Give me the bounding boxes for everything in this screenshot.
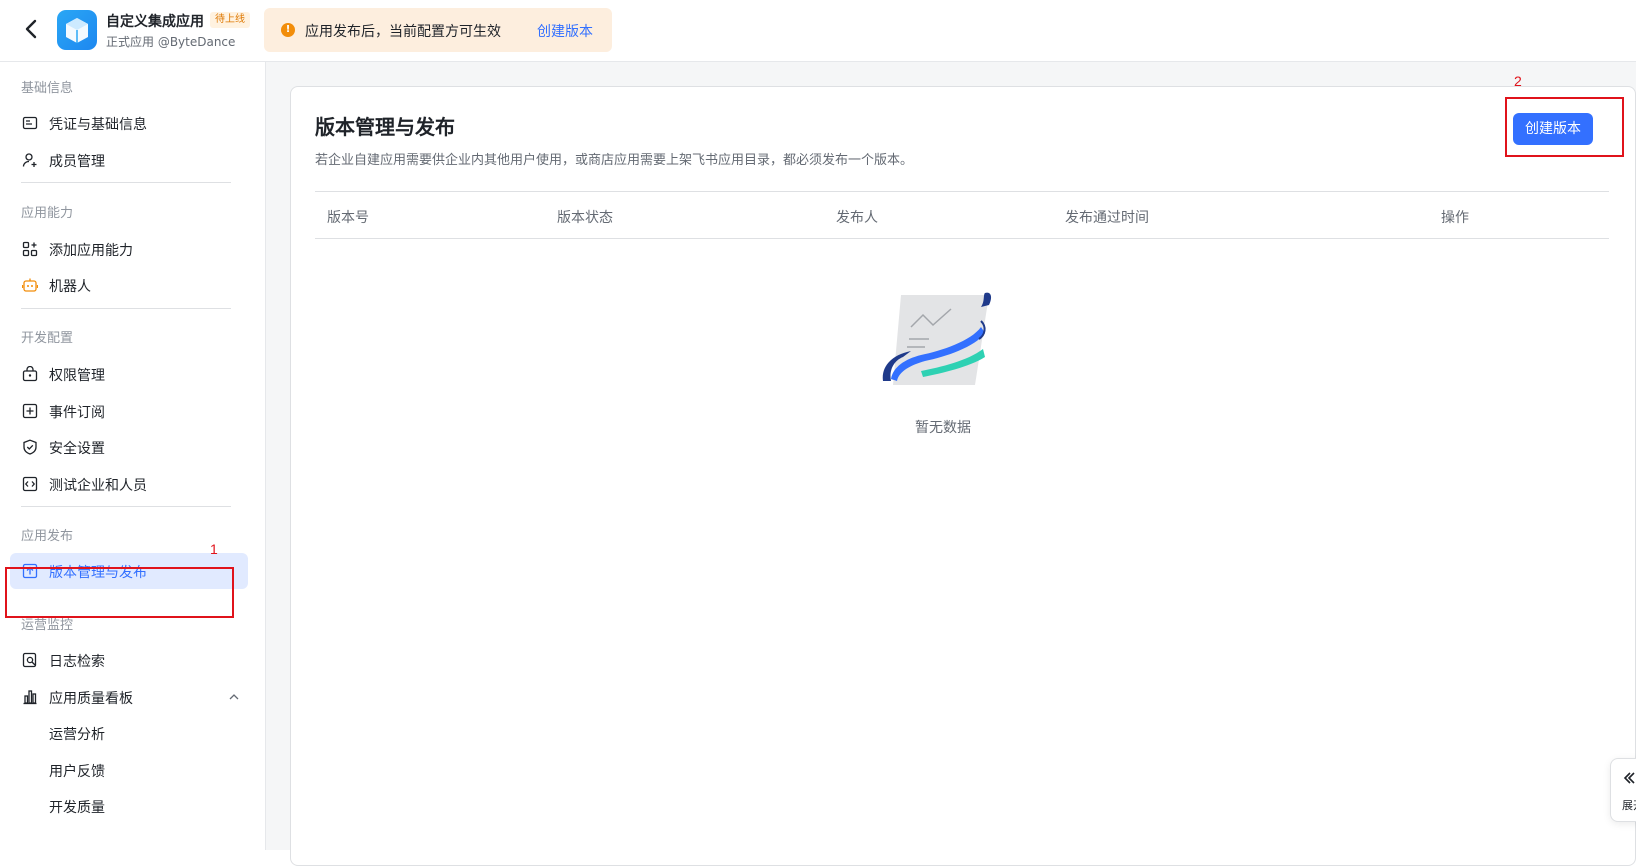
section-title-dev-config: 开发配置 [21, 331, 74, 346]
sidebar-item-add-capability[interactable]: 添加应用能力 [10, 231, 248, 267]
top-bar: 自定义集成应用 待上线 正式应用 @ByteDance ! 应用发布后，当前配置… [0, 0, 1636, 62]
sidebar-item-label: 添加应用能力 [49, 243, 133, 259]
sidebar-item-quality-board[interactable]: 应用质量看板 [10, 679, 248, 715]
app-name: 自定义集成应用 [106, 14, 204, 30]
expand-side-tab[interactable]: 展开 [1610, 758, 1636, 822]
version-card: 版本管理与发布 若企业自建应用需要供企业内其他用户使用，或商店应用需要上架飞书应… [290, 86, 1636, 866]
sidebar-subitem-ops-analysis[interactable]: 运营分析 [10, 715, 248, 751]
sidebar-item-label: 成员管理 [49, 154, 105, 170]
empty-state-text: 暂无数据 [915, 420, 971, 436]
status-badge: 待上线 [210, 12, 250, 28]
app-icon [57, 10, 97, 50]
sidebar-item-members[interactable]: 成员管理 [10, 142, 248, 178]
sidebar-item-bot[interactable]: 机器人 [10, 267, 248, 303]
annotation-label-1: 1 [210, 541, 218, 557]
publish-notice: ! 应用发布后，当前配置方可生效 创建版本 [264, 8, 612, 52]
log-search-icon [22, 652, 37, 668]
page-title: 版本管理与发布 [315, 115, 455, 139]
main-content: 版本管理与发布 若企业自建应用需要供企业内其他用户使用，或商店应用需要上架飞书应… [266, 62, 1636, 866]
column-header-publisher: 发布人 [836, 210, 878, 226]
shield-icon [23, 439, 37, 455]
double-chevron-left-icon [1623, 772, 1635, 784]
lock-box-icon [22, 366, 38, 382]
bar-chart-icon [23, 690, 37, 705]
annotation-label-2: 2 [1514, 73, 1522, 89]
sidebar-item-events[interactable]: 事件订阅 [10, 393, 248, 429]
sidebar-item-label: 测试企业和人员 [49, 478, 147, 494]
sidebar-item-label: 机器人 [49, 279, 91, 295]
empty-state-illustration [882, 292, 992, 385]
column-header-approved-time: 发布通过时间 [1065, 210, 1149, 226]
divider [21, 506, 231, 507]
sidebar-item-label: 安全设置 [49, 441, 105, 457]
notice-message: 应用发布后，当前配置方可生效 [305, 24, 501, 40]
sidebar-item-label: 事件订阅 [49, 405, 105, 421]
section-title-publish: 应用发布 [21, 529, 74, 544]
sidebar-item-label: 日志检索 [49, 654, 105, 670]
event-subscribe-icon [22, 403, 38, 419]
table-header: 版本号 版本状态 发布人 发布通过时间 操作 [315, 191, 1609, 239]
annotation-box-1 [5, 567, 234, 618]
notice-create-version-link[interactable]: 创建版本 [537, 21, 593, 41]
sidebar: 基础信息 凭证与基础信息 成员管理 应用能力 添加应用能力 机器人 开发配置 权… [0, 62, 266, 850]
sidebar-item-credentials[interactable]: 凭证与基础信息 [10, 105, 248, 141]
column-header-status: 版本状态 [557, 210, 613, 226]
back-arrow-icon[interactable] [20, 17, 44, 41]
warning-icon: ! [281, 23, 295, 37]
code-box-icon [22, 476, 38, 492]
sidebar-item-test-org[interactable]: 测试企业和人员 [10, 466, 248, 502]
chevron-up-icon[interactable] [228, 691, 240, 703]
expand-label: 展开 [1622, 799, 1636, 812]
sidebar-subitem-dev-quality[interactable]: 开发质量 [10, 788, 248, 824]
sidebar-subitem-feedback[interactable]: 用户反馈 [10, 752, 248, 788]
annotation-box-2 [1505, 97, 1624, 157]
sidebar-subitem-label: 用户反馈 [49, 764, 105, 780]
add-member-icon [22, 153, 37, 167]
sidebar-item-log-search[interactable]: 日志检索 [10, 642, 248, 678]
sidebar-item-permissions[interactable]: 权限管理 [10, 356, 248, 392]
divider [21, 182, 231, 183]
grid-add-icon [22, 241, 38, 257]
sidebar-item-label: 权限管理 [49, 368, 105, 384]
divider [21, 308, 231, 309]
id-card-icon [22, 116, 38, 130]
column-header-actions: 操作 [1441, 210, 1469, 226]
page-description: 若企业自建应用需要供企业内其他用户使用，或商店应用需要上架飞书应用目录，都必须发… [315, 153, 914, 168]
sidebar-subitem-label: 开发质量 [49, 800, 105, 816]
app-subtitle: 正式应用 @ByteDance [106, 35, 236, 49]
sidebar-subitem-label: 运营分析 [49, 727, 105, 743]
column-header-version: 版本号 [327, 210, 369, 226]
robot-icon [22, 278, 38, 292]
sidebar-item-label: 应用质量看板 [49, 691, 133, 707]
sidebar-item-label: 凭证与基础信息 [49, 117, 147, 133]
section-title-capability: 应用能力 [21, 206, 74, 221]
section-title-basic: 基础信息 [21, 81, 74, 96]
sidebar-item-security[interactable]: 安全设置 [10, 429, 248, 465]
